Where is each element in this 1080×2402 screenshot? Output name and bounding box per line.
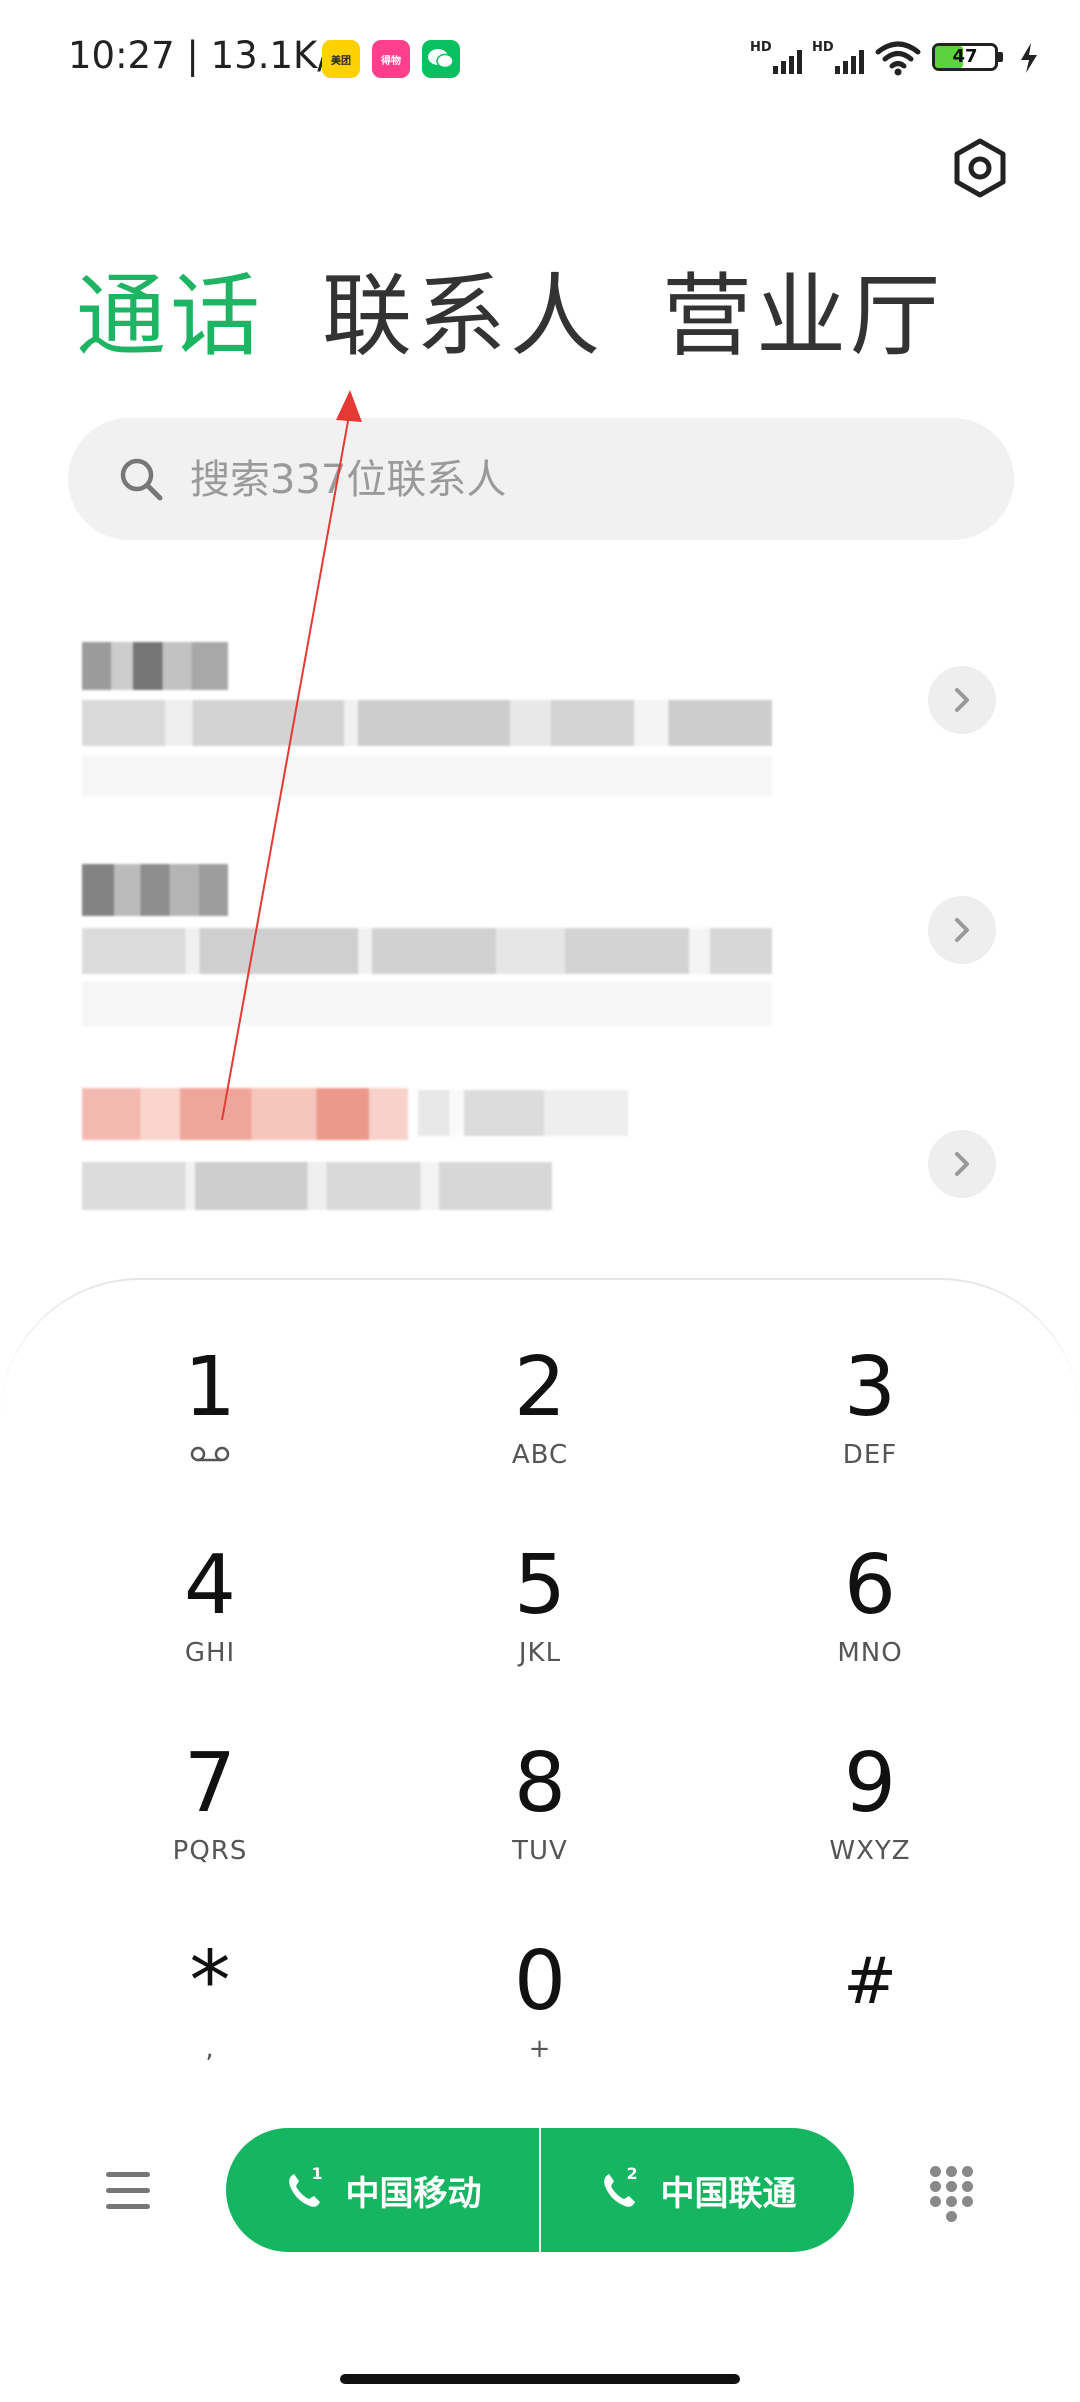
key-digit: 1 — [183, 1340, 237, 1435]
phone-icon: 2 — [599, 2164, 639, 2210]
key-3[interactable]: 3 DEF — [720, 1340, 1020, 1520]
menu-icon[interactable] — [106, 2172, 154, 2216]
key-digit: 8 — [513, 1736, 567, 1831]
call-log-item[interactable] — [0, 1080, 1080, 1280]
meituan-app-icon: 美团 — [322, 40, 360, 78]
sim2-hd-label: HD — [812, 40, 834, 55]
dewu-app-label: 得物 — [381, 55, 401, 67]
redacted-detail-2 — [82, 982, 772, 1026]
tab-service-hall[interactable]: 营业厅 — [662, 262, 944, 372]
redacted-name — [82, 642, 228, 690]
key-letters: PQRS — [172, 1836, 248, 1866]
status-time: 10:27 | 13.1K/s — [68, 34, 350, 77]
search-icon — [120, 458, 163, 501]
status-bar: 10:27 | 13.1K/s 美团 得物 HD HD 47 — [0, 0, 1080, 110]
redacted-number — [418, 1090, 628, 1136]
tab-bar: 通话 联系人 营业厅 — [76, 262, 944, 372]
voicemail-icon — [190, 1446, 230, 1462]
sim1-label: 中国移动 — [345, 2173, 482, 2214]
key-letters: + — [528, 2034, 552, 2064]
call-detail-button[interactable] — [928, 666, 996, 734]
call-log-item[interactable] — [0, 620, 1080, 820]
redacted-name — [82, 864, 228, 916]
key-letters: MNO — [837, 1638, 903, 1668]
redacted-detail — [82, 1162, 552, 1210]
key-letters: , — [205, 2034, 215, 2064]
tab-calls[interactable]: 通话 — [76, 262, 264, 372]
sim2-label: 中国联通 — [660, 2173, 797, 2214]
home-indicator[interactable] — [340, 2374, 740, 2384]
redacted-detail-2 — [82, 756, 772, 796]
key-letters: ABC — [511, 1440, 569, 1470]
key-digit: 6 — [843, 1538, 897, 1633]
call-detail-button[interactable] — [928, 896, 996, 964]
key-digit: 7 — [183, 1736, 237, 1831]
key-hash[interactable]: # — [720, 1934, 1020, 2114]
sim2-index: 2 — [626, 2164, 638, 2183]
call-sim1-button[interactable]: 1 中国移动 — [226, 2128, 539, 2252]
key-letters: JKL — [518, 1638, 562, 1668]
sim1-index: 1 — [311, 2164, 323, 2183]
key-star[interactable]: * , — [60, 1934, 360, 2114]
meituan-app-label: 美团 — [331, 55, 351, 67]
key-letters: WXYZ — [829, 1836, 911, 1866]
redacted-detail — [82, 700, 772, 746]
battery-icon: 47 — [932, 43, 1008, 73]
wechat-app-icon — [422, 40, 460, 78]
redacted-name — [82, 1088, 408, 1140]
key-1[interactable]: 1 — [60, 1340, 360, 1520]
search-input[interactable] — [188, 418, 972, 542]
settings-icon[interactable] — [948, 136, 1012, 200]
key-digit: 9 — [843, 1736, 897, 1831]
key-6[interactable]: 6 MNO — [720, 1538, 1020, 1718]
status-indicators: HD HD 47 — [750, 38, 1040, 78]
key-digit: 2 — [513, 1340, 567, 1435]
key-9[interactable]: 9 WXYZ — [720, 1736, 1020, 1916]
key-8[interactable]: 8 TUV — [390, 1736, 690, 1916]
key-5[interactable]: 5 JKL — [390, 1538, 690, 1718]
dewu-app-icon: 得物 — [372, 40, 410, 78]
key-digit: 0 — [513, 1934, 567, 2029]
search-bar[interactable] — [68, 418, 1014, 542]
key-digit: 4 — [183, 1538, 237, 1633]
chevron-right-icon — [955, 1152, 969, 1176]
call-detail-button[interactable] — [928, 1130, 996, 1198]
signal-sim1-icon: HD — [750, 40, 802, 76]
key-digit: 3 — [843, 1340, 897, 1435]
chevron-right-icon — [955, 918, 969, 942]
key-letters: GHI — [184, 1638, 236, 1668]
key-digit: * — [189, 1934, 231, 2029]
key-digit: # — [843, 1945, 897, 2019]
key-2[interactable]: 2 ABC — [390, 1340, 690, 1520]
battery-level: 47 — [952, 46, 978, 67]
key-7[interactable]: 7 PQRS — [60, 1736, 360, 1916]
key-letters: DEF — [842, 1440, 898, 1470]
phone-icon: 1 — [284, 2164, 324, 2210]
dial-button-divider — [539, 2128, 541, 2252]
chevron-right-icon — [955, 688, 969, 712]
key-digit: 5 — [513, 1538, 567, 1633]
key-4[interactable]: 4 GHI — [60, 1538, 360, 1718]
call-log-item[interactable] — [0, 850, 1080, 1050]
wifi-icon — [875, 41, 921, 76]
dial-button-group: 1 中国移动 2 中国联通 — [226, 2128, 854, 2252]
charging-icon — [1021, 43, 1037, 73]
sim1-hd-label: HD — [750, 40, 772, 55]
key-0[interactable]: 0 + — [390, 1934, 690, 2114]
key-letters: TUV — [512, 1836, 568, 1866]
tab-contacts[interactable]: 联系人 — [322, 262, 604, 372]
signal-sim2-icon: HD — [812, 40, 864, 76]
dialpad-icon[interactable] — [930, 2166, 974, 2224]
redacted-detail — [82, 928, 772, 974]
call-sim2-button[interactable]: 2 中国联通 — [541, 2128, 854, 2252]
